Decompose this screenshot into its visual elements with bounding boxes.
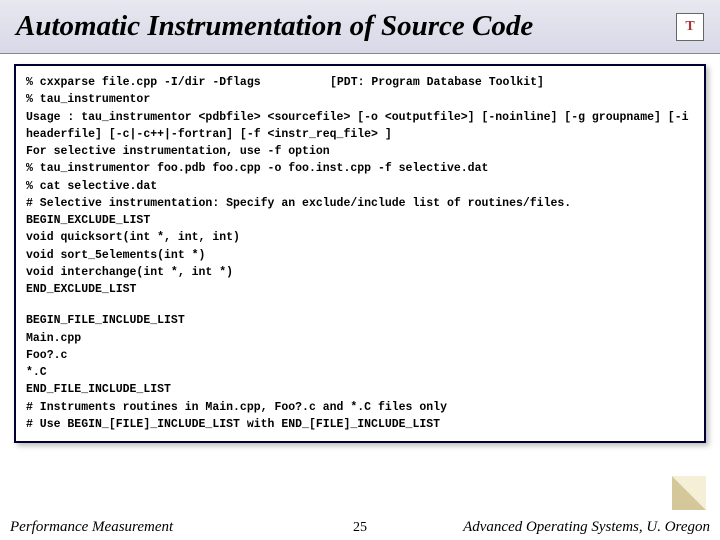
code-line: # Use BEGIN_[FILE]_INCLUDE_LIST with END… bbox=[26, 416, 694, 433]
footer-left: Performance Measurement bbox=[10, 519, 173, 536]
code-line: # Instruments routines in Main.cpp, Foo?… bbox=[26, 399, 694, 416]
code-panel: [PDT: Program Database Toolkit] % cxxpar… bbox=[14, 64, 706, 443]
title-bar: Automatic Instrumentation of Source Code… bbox=[0, 0, 720, 54]
code-line: % tau_instrumentor foo.pdb foo.cpp -o fo… bbox=[26, 160, 694, 177]
code-line: void sort_5elements(int *) bbox=[26, 247, 694, 264]
code-line: Main.cpp bbox=[26, 330, 694, 347]
code-line: END_FILE_INCLUDE_LIST bbox=[26, 381, 694, 398]
code-line: BEGIN_FILE_INCLUDE_LIST bbox=[26, 312, 694, 329]
code-line: # Selective instrumentation: Specify an … bbox=[26, 195, 694, 212]
page-fold-icon bbox=[672, 476, 706, 510]
code-line: Usage : tau_instrumentor <pdbfile> <sour… bbox=[26, 109, 694, 144]
page-number: 25 bbox=[353, 520, 367, 536]
code-line: void interchange(int *, int *) bbox=[26, 264, 694, 281]
footer: Performance Measurement 25 Advanced Oper… bbox=[0, 519, 720, 536]
code-line: % tau_instrumentor bbox=[26, 91, 694, 108]
code-line: % cat selective.dat bbox=[26, 178, 694, 195]
code-line: BEGIN_EXCLUDE_LIST bbox=[26, 212, 694, 229]
footer-right: Advanced Operating Systems, U. Oregon bbox=[463, 519, 710, 536]
code-line: For selective instrumentation, use -f op… bbox=[26, 143, 694, 160]
code-line: END_EXCLUDE_LIST bbox=[26, 281, 694, 298]
code-line: *.C bbox=[26, 364, 694, 381]
blank-line bbox=[26, 298, 694, 312]
code-line: Foo?.c bbox=[26, 347, 694, 364]
logo-icon: T bbox=[676, 13, 704, 41]
code-line: void quicksort(int *, int, int) bbox=[26, 229, 694, 246]
pdt-annotation: [PDT: Program Database Toolkit] bbox=[330, 74, 544, 91]
slide-title: Automatic Instrumentation of Source Code bbox=[16, 10, 533, 43]
